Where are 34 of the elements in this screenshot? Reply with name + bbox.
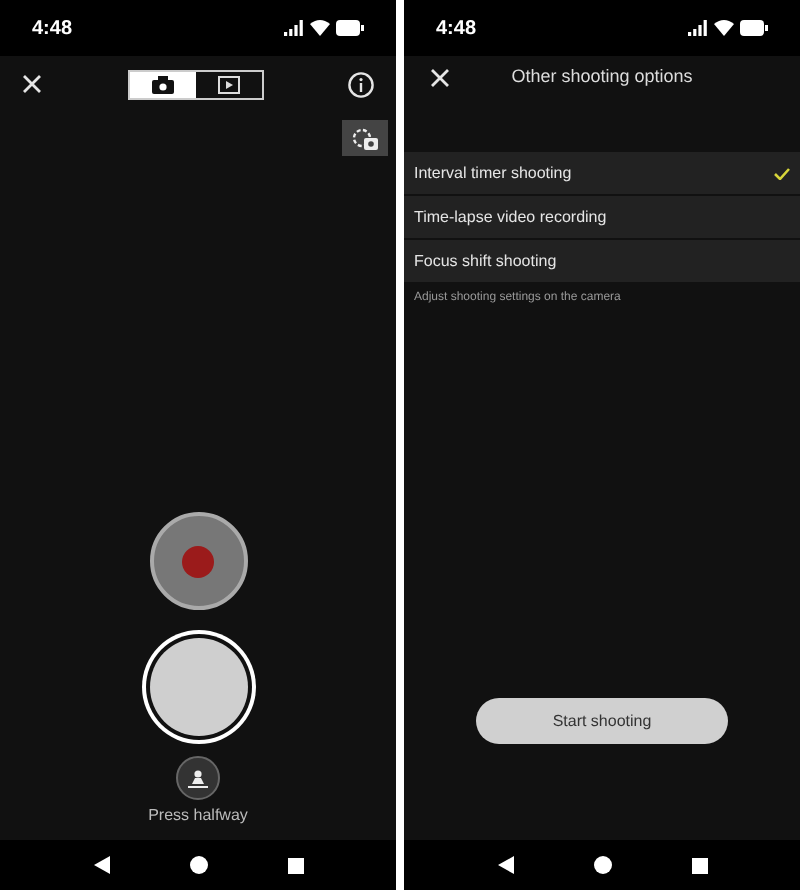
hint-text: Press halfway (148, 804, 248, 828)
half-press-button[interactable] (176, 756, 220, 800)
home-icon[interactable] (593, 856, 611, 874)
signal-icon (688, 20, 708, 36)
record-dot-icon (182, 545, 214, 577)
shutter-button[interactable] (149, 638, 247, 736)
mode-toggle[interactable] (127, 69, 263, 99)
timer-camera-icon (352, 127, 378, 149)
battery-icon (336, 20, 364, 36)
screen-title: Other shooting options (509, 64, 695, 91)
recents-icon[interactable] (691, 857, 707, 873)
home-icon[interactable] (189, 856, 207, 874)
mode-tab[interactable] (129, 71, 195, 97)
wifi-icon (714, 20, 734, 36)
option-row[interactable]: Time-lapse video recording (404, 196, 800, 238)
signal-icon (284, 20, 304, 36)
info-icon[interactable] (348, 71, 374, 97)
person-icon (188, 769, 208, 787)
back-icon[interactable] (497, 856, 513, 874)
self-timer-button[interactable] (342, 120, 388, 156)
start-shooting-button[interactable]: Start shooting (476, 698, 728, 744)
option-row[interactable]: Interval timer shooting (404, 152, 800, 194)
camera-icon (151, 75, 173, 93)
battery-icon (740, 20, 768, 36)
close-icon[interactable] (22, 74, 42, 94)
record-button[interactable] (149, 512, 247, 610)
status-time: 4:48 (32, 15, 73, 43)
option-row[interactable]: Focus shift shooting (404, 240, 800, 282)
status-time: 4:48 (436, 15, 477, 43)
recents-icon[interactable] (287, 857, 303, 873)
playback-icon (217, 75, 239, 93)
back-icon[interactable] (93, 856, 109, 874)
wifi-icon (310, 20, 330, 36)
close-icon[interactable] (430, 68, 450, 88)
